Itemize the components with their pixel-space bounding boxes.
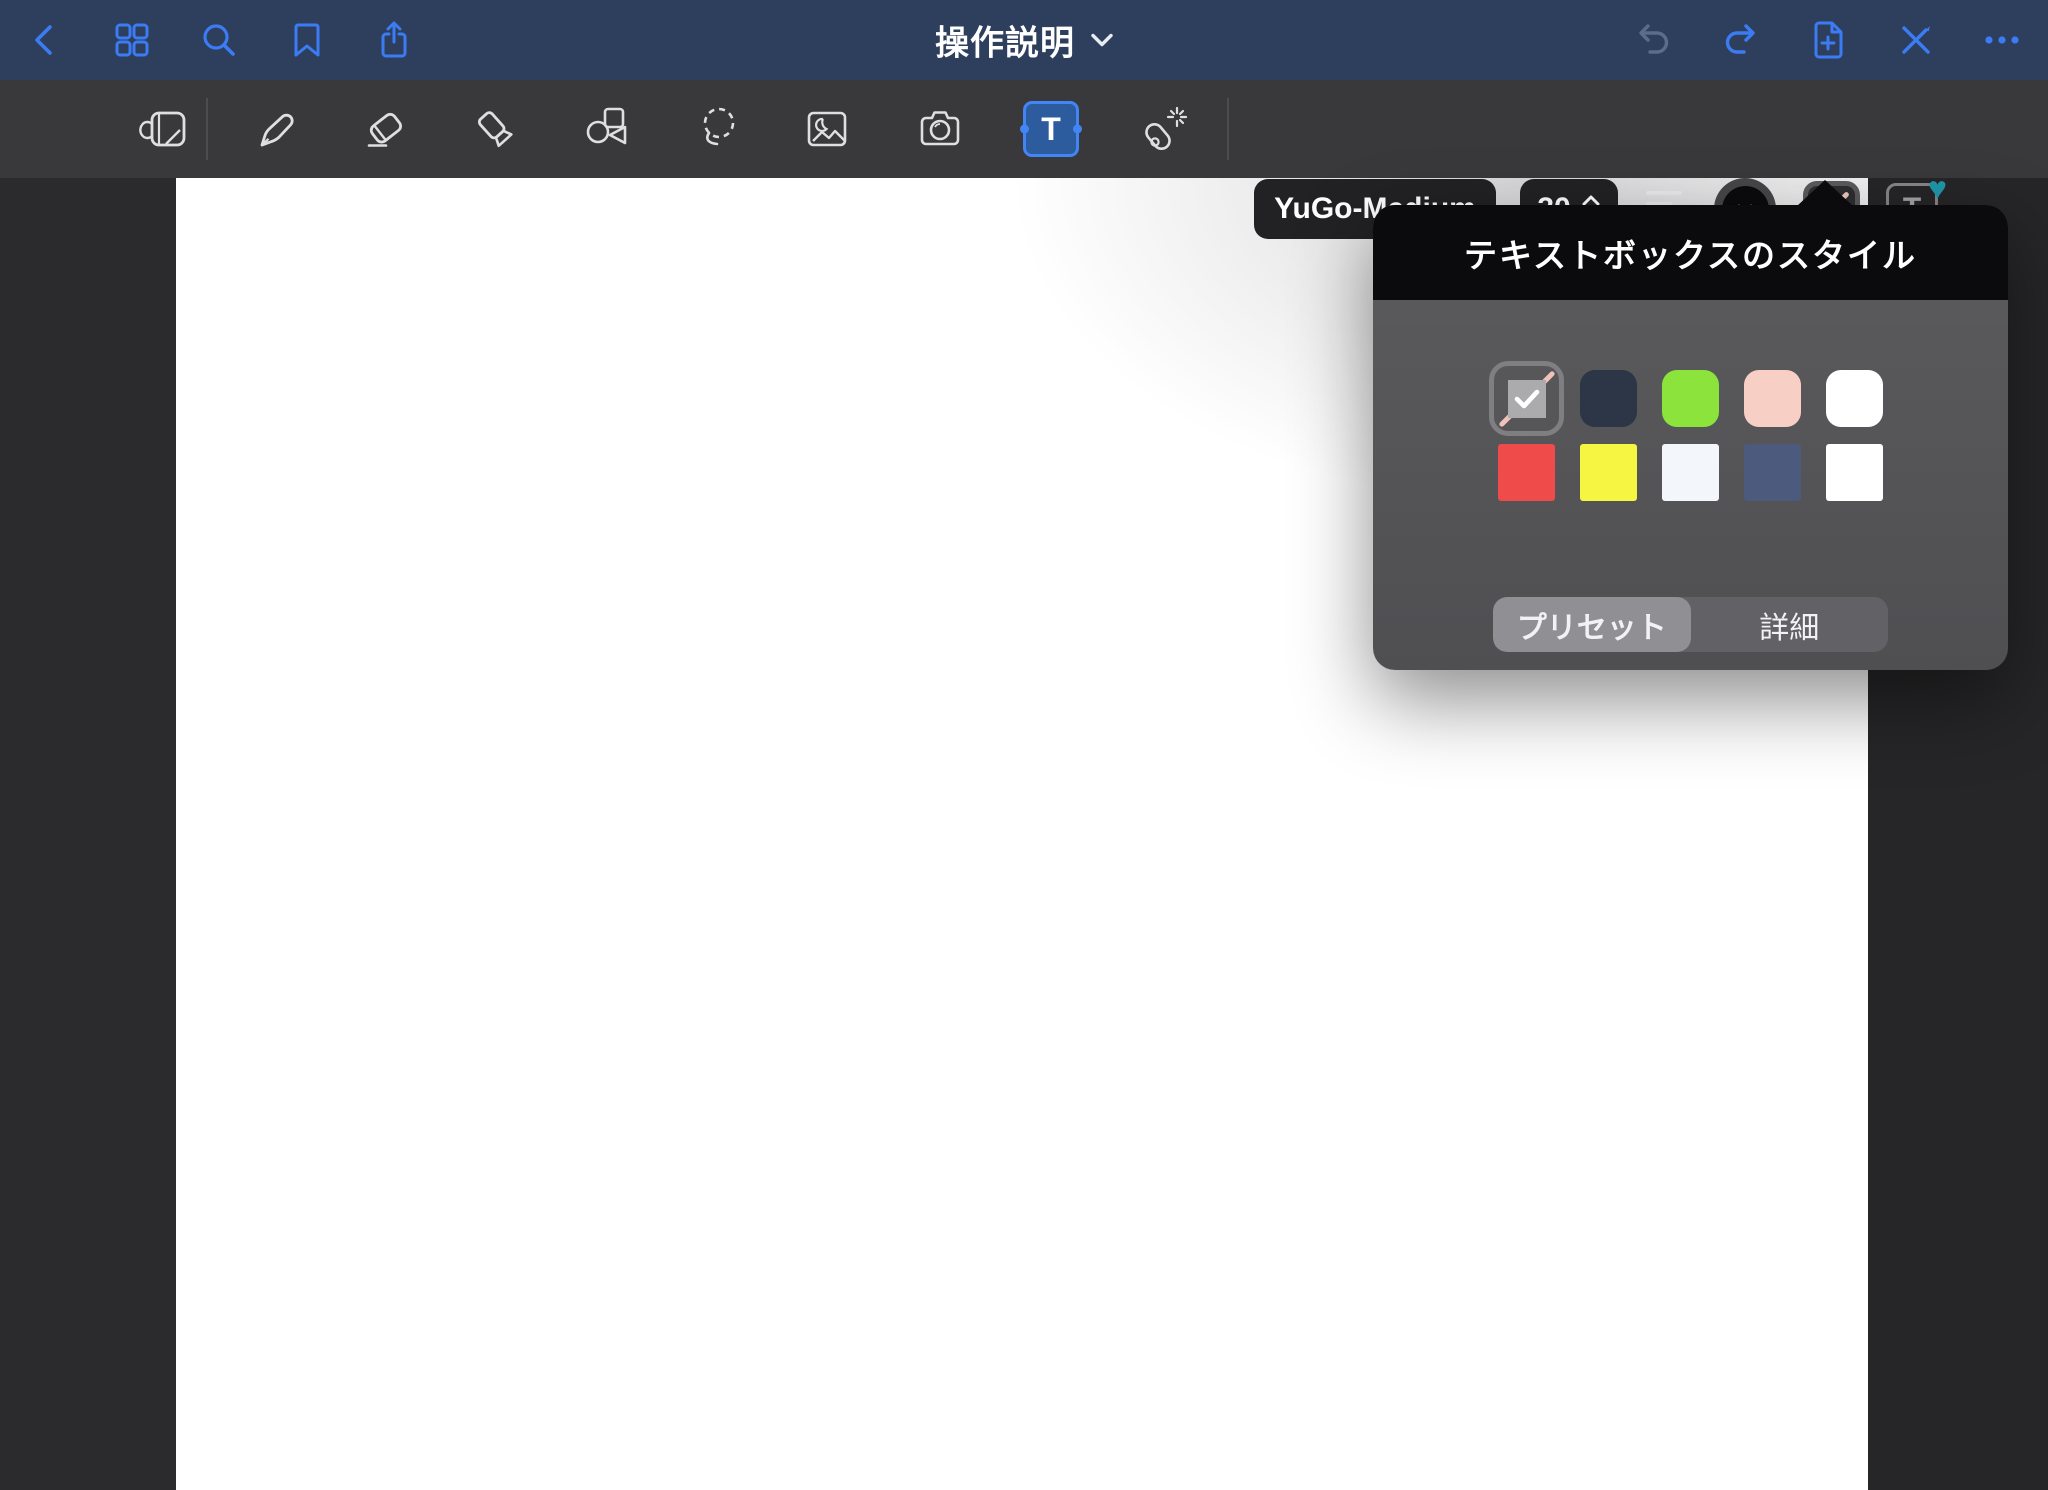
toolbar: T YuGo-Medium bbox=[0, 80, 2048, 178]
back-icon bbox=[25, 20, 65, 60]
page-view-icon bbox=[136, 100, 194, 158]
camera-icon bbox=[911, 100, 969, 158]
checkmark-icon bbox=[1508, 380, 1546, 418]
highlighter-icon bbox=[466, 100, 524, 158]
swatch-white-1[interactable] bbox=[1826, 370, 1883, 427]
laser-pointer-tool[interactable] bbox=[1133, 99, 1193, 159]
pages-grid-icon bbox=[111, 19, 153, 61]
laser-pointer-icon bbox=[1134, 100, 1192, 158]
page-view-tool[interactable] bbox=[135, 99, 195, 159]
eraser-icon bbox=[356, 100, 414, 158]
toolbar-divider bbox=[1227, 98, 1229, 160]
style-swatch-grid bbox=[1498, 370, 1883, 501]
popover-header: テキストボックスのスタイル bbox=[1373, 205, 2008, 300]
redo-icon bbox=[1720, 18, 1764, 62]
swatch-light-blue[interactable] bbox=[1662, 444, 1719, 501]
heart-icon: ♥ bbox=[1928, 170, 1947, 207]
navbar: 操作説明 bbox=[0, 0, 2048, 80]
chevron-down-icon bbox=[1091, 33, 1113, 47]
undo-button[interactable] bbox=[1624, 12, 1680, 68]
text-tool[interactable]: T bbox=[1021, 99, 1081, 159]
swatch-dark-navy[interactable] bbox=[1580, 370, 1637, 427]
camera-tool[interactable] bbox=[910, 99, 970, 159]
shapes-tool[interactable] bbox=[578, 99, 638, 159]
popover-tab-bar: プリセット 詳細 bbox=[1493, 597, 1888, 652]
toggle-edit-button[interactable] bbox=[1888, 12, 1944, 68]
search-icon bbox=[198, 19, 240, 61]
eraser-tool[interactable] bbox=[355, 99, 415, 159]
redo-button[interactable] bbox=[1714, 12, 1770, 68]
undo-icon bbox=[1630, 18, 1674, 62]
text-align-icon bbox=[1646, 191, 1682, 195]
toolbar-divider bbox=[206, 98, 208, 160]
swatch-yellow[interactable] bbox=[1580, 444, 1637, 501]
bookmark-button[interactable] bbox=[279, 12, 335, 68]
app-screen: 操作説明 bbox=[0, 0, 2048, 1490]
textbox-style-popover: テキストボックスのスタイル プリセット 詳細 bbox=[1373, 205, 2008, 670]
pen-icon bbox=[248, 100, 306, 158]
tab-preset[interactable]: プリセット bbox=[1493, 597, 1691, 652]
more-button[interactable] bbox=[1974, 12, 2030, 68]
text-tool-selected-icon: T bbox=[1023, 101, 1079, 157]
pencil-cross-icon bbox=[1894, 18, 1938, 62]
canvas-left-gutter bbox=[0, 178, 176, 1490]
swatch-red[interactable] bbox=[1498, 444, 1555, 501]
ellipsis-icon bbox=[1980, 18, 2024, 62]
share-button[interactable] bbox=[366, 12, 422, 68]
pen-tool[interactable] bbox=[247, 99, 307, 159]
document-title-menu[interactable]: 操作説明 bbox=[935, 16, 1113, 65]
add-page-icon bbox=[1806, 18, 1850, 62]
tab-detail[interactable]: 詳細 bbox=[1691, 597, 1889, 652]
bookmark-icon bbox=[286, 19, 328, 61]
swatch-green[interactable] bbox=[1662, 370, 1719, 427]
swatch-white-2[interactable] bbox=[1826, 444, 1883, 501]
share-icon bbox=[372, 18, 416, 62]
pages-grid-button[interactable] bbox=[104, 12, 160, 68]
diagonal-none-icon bbox=[1498, 370, 1555, 427]
lasso-tool[interactable] bbox=[689, 99, 749, 159]
image-tool[interactable] bbox=[797, 99, 857, 159]
image-icon bbox=[798, 100, 856, 158]
highlighter-tool[interactable] bbox=[465, 99, 525, 159]
swatch-none-diagonal[interactable] bbox=[1498, 370, 1555, 427]
shapes-icon bbox=[579, 100, 637, 158]
swatch-slate-blue[interactable] bbox=[1744, 444, 1801, 501]
popover-title: テキストボックスのスタイル bbox=[1464, 229, 1917, 277]
swatch-pink[interactable] bbox=[1744, 370, 1801, 427]
page-title: 操作説明 bbox=[935, 16, 1075, 65]
lasso-icon bbox=[690, 100, 748, 158]
search-button[interactable] bbox=[191, 12, 247, 68]
add-page-button[interactable] bbox=[1800, 12, 1856, 68]
back-button[interactable] bbox=[17, 12, 73, 68]
